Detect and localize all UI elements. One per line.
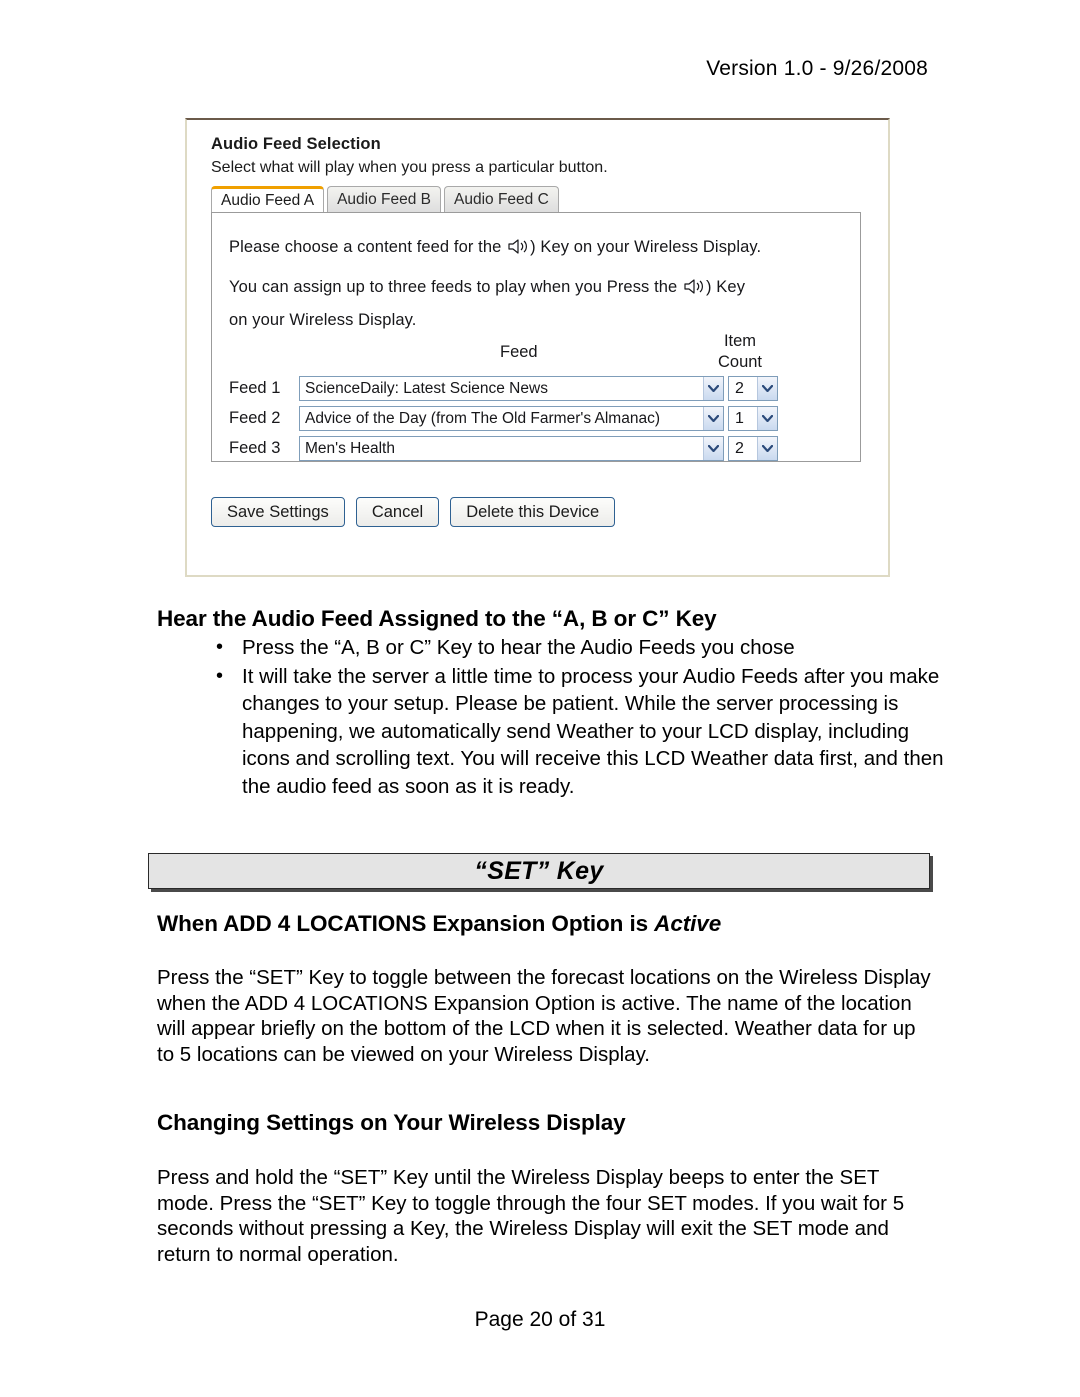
instruction-line-1-after: ) Key on your Wireless Display.: [530, 238, 762, 256]
item-count-select-2-value: 1: [735, 409, 744, 427]
feed-row: Feed 2 Advice of the Day (from The Old F…: [229, 406, 778, 431]
instruction-line-2-after: ) Key: [706, 278, 746, 296]
chevron-down-icon[interactable]: [703, 377, 723, 400]
tab-audio-feed-c[interactable]: Audio Feed C: [444, 186, 559, 212]
feed-select-2-value: Advice of the Day (from The Old Farmer's…: [305, 409, 660, 427]
tab-audio-feed-b[interactable]: Audio Feed B: [327, 186, 442, 212]
chevron-down-icon[interactable]: [757, 437, 777, 460]
list-item: Press the “A, B or C” Key to hear the Au…: [216, 634, 962, 662]
chevron-down-icon[interactable]: [757, 377, 777, 400]
instruction-line-2: You can assign up to three feeds to play…: [229, 278, 745, 297]
item-count-select-1-value: 2: [735, 379, 744, 397]
version-line: Version 1.0 - 9/26/2008: [706, 57, 928, 80]
tabstrip: Audio Feed A Audio Feed B Audio Feed C: [211, 186, 559, 212]
feed-row-label: Feed 1: [229, 379, 281, 397]
feed-select-1[interactable]: ScienceDaily: Latest Science News: [299, 376, 724, 401]
chevron-down-icon[interactable]: [703, 437, 723, 460]
instruction-line-2-before: You can assign up to three feeds to play…: [229, 278, 678, 296]
panel-button-row: Save Settings Cancel Delete this Device: [211, 497, 616, 527]
feed-select-1-value: ScienceDaily: Latest Science News: [305, 379, 548, 397]
speaker-icon: [683, 279, 705, 294]
item-count-select-1[interactable]: 2: [728, 376, 778, 401]
audio-feed-selection-panel: Audio Feed Selection Select what will pl…: [185, 118, 890, 577]
feed-row: Feed 3 Men's Health 2: [229, 436, 778, 461]
paragraph-changing-settings: Press and hold the “SET” Key until the W…: [157, 1166, 905, 1266]
item-count-select-3[interactable]: 2: [728, 436, 778, 461]
feed-content-box: Please choose a content feed for the ) K…: [211, 212, 861, 462]
feed-select-2[interactable]: Advice of the Day (from The Old Farmer's…: [299, 406, 724, 431]
heading-when-add-4-locations: When ADD 4 LOCATIONS Expansion Option is…: [157, 911, 721, 937]
chevron-down-icon[interactable]: [757, 407, 777, 430]
tab-audio-feed-a[interactable]: Audio Feed A: [211, 186, 325, 212]
chevron-down-icon[interactable]: [703, 407, 723, 430]
instruction-line-3: on your Wireless Display.: [229, 311, 417, 329]
panel-subtitle: Select what will play when you press a p…: [211, 159, 608, 176]
heading-when-italic: Active: [654, 911, 722, 936]
list-item: It will take the server a little time to…: [216, 663, 962, 801]
column-header-feed: Feed: [500, 343, 538, 361]
cancel-button[interactable]: Cancel: [355, 497, 440, 527]
panel-title: Audio Feed Selection: [211, 135, 381, 153]
column-header-item-count-line2: Count: [717, 353, 763, 371]
heading-changing-settings: Changing Settings on Your Wireless Displ…: [157, 1110, 626, 1135]
instruction-line-1-before: Please choose a content feed for the: [229, 238, 502, 256]
paragraph-set-key: Press the “SET” Key to toggle between th…: [157, 966, 931, 1066]
feed-row-label: Feed 3: [229, 439, 281, 457]
item-count-select-3-value: 2: [735, 439, 744, 457]
page-footer: Page 20 of 31: [474, 1308, 606, 1331]
heading-hear-audio-feed: Hear the Audio Feed Assigned to the “A, …: [157, 606, 717, 631]
heading-when-prefix: When ADD 4 LOCATIONS Expansion Option is: [157, 911, 655, 936]
feed-select-3-value: Men's Health: [305, 439, 395, 457]
set-key-banner-title: “SET” Key: [474, 856, 604, 885]
save-settings-button[interactable]: Save Settings: [211, 497, 345, 527]
column-header-item-count-line1: Item: [723, 332, 757, 350]
feed-select-3[interactable]: Men's Health: [299, 436, 724, 461]
feed-row-label: Feed 2: [229, 409, 281, 427]
instruction-line-1: Please choose a content feed for the ) K…: [229, 238, 761, 257]
set-key-banner: “SET” Key: [148, 853, 930, 889]
audio-feed-bullet-list: Press the “A, B or C” Key to hear the Au…: [214, 634, 962, 800]
feed-row: Feed 1 ScienceDaily: Latest Science News…: [229, 376, 778, 401]
item-count-select-2[interactable]: 1: [728, 406, 778, 431]
speaker-icon: [507, 239, 529, 254]
column-header-item-count: Item Count: [709, 331, 771, 373]
delete-this-device-button[interactable]: Delete this Device: [450, 497, 616, 527]
